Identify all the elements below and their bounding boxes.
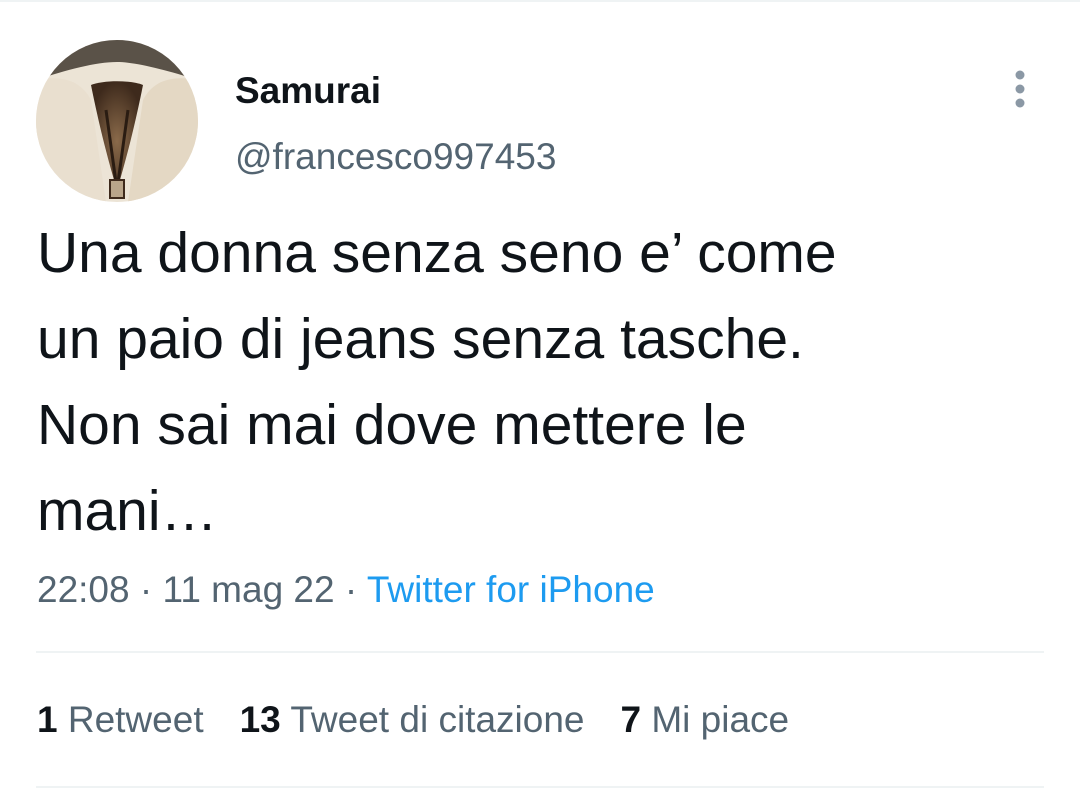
stat-count: 1 bbox=[37, 699, 58, 740]
stat-count: 7 bbox=[620, 699, 642, 740]
avatar[interactable] bbox=[36, 40, 198, 202]
avatar-photo-icon bbox=[36, 40, 198, 202]
three-dots-vertical-icon bbox=[1015, 70, 1025, 108]
top-divider bbox=[0, 0, 1080, 2]
tweet-metadata: 22:08 · 11 mag 22 · Twitter for iPhone bbox=[37, 563, 655, 617]
tweet-time[interactable]: 22:08 bbox=[37, 569, 130, 610]
stat-label: Tweet di citazione bbox=[290, 699, 585, 740]
more-options-button[interactable] bbox=[998, 64, 1042, 114]
like-count-link[interactable]: 7 Mi piace bbox=[620, 693, 789, 747]
stat-label: Retweet bbox=[67, 699, 204, 740]
tweet-date[interactable]: 11 mag 22 bbox=[162, 569, 334, 610]
stat-label: Mi piace bbox=[651, 699, 790, 740]
meta-separator: · bbox=[334, 569, 367, 610]
retweet-count-link[interactable]: 1 Retweet bbox=[37, 693, 204, 747]
tweet-stats: 1 Retweet 13 Tweet di citazione 7 Mi pia… bbox=[37, 693, 825, 747]
stat-count: 13 bbox=[239, 699, 281, 740]
meta-separator: · bbox=[129, 569, 163, 610]
divider bbox=[36, 786, 1044, 788]
author-handle[interactable]: @francesco997453 bbox=[235, 132, 556, 182]
tweet-source-link[interactable]: Twitter for iPhone bbox=[367, 569, 655, 610]
author-display-name[interactable]: Samurai bbox=[235, 66, 381, 116]
tweet-text: Una donna senza seno e’ come un paio di … bbox=[37, 221, 837, 543]
quote-tweet-count-link[interactable]: 13 Tweet di citazione bbox=[240, 693, 585, 747]
divider bbox=[36, 651, 1044, 653]
